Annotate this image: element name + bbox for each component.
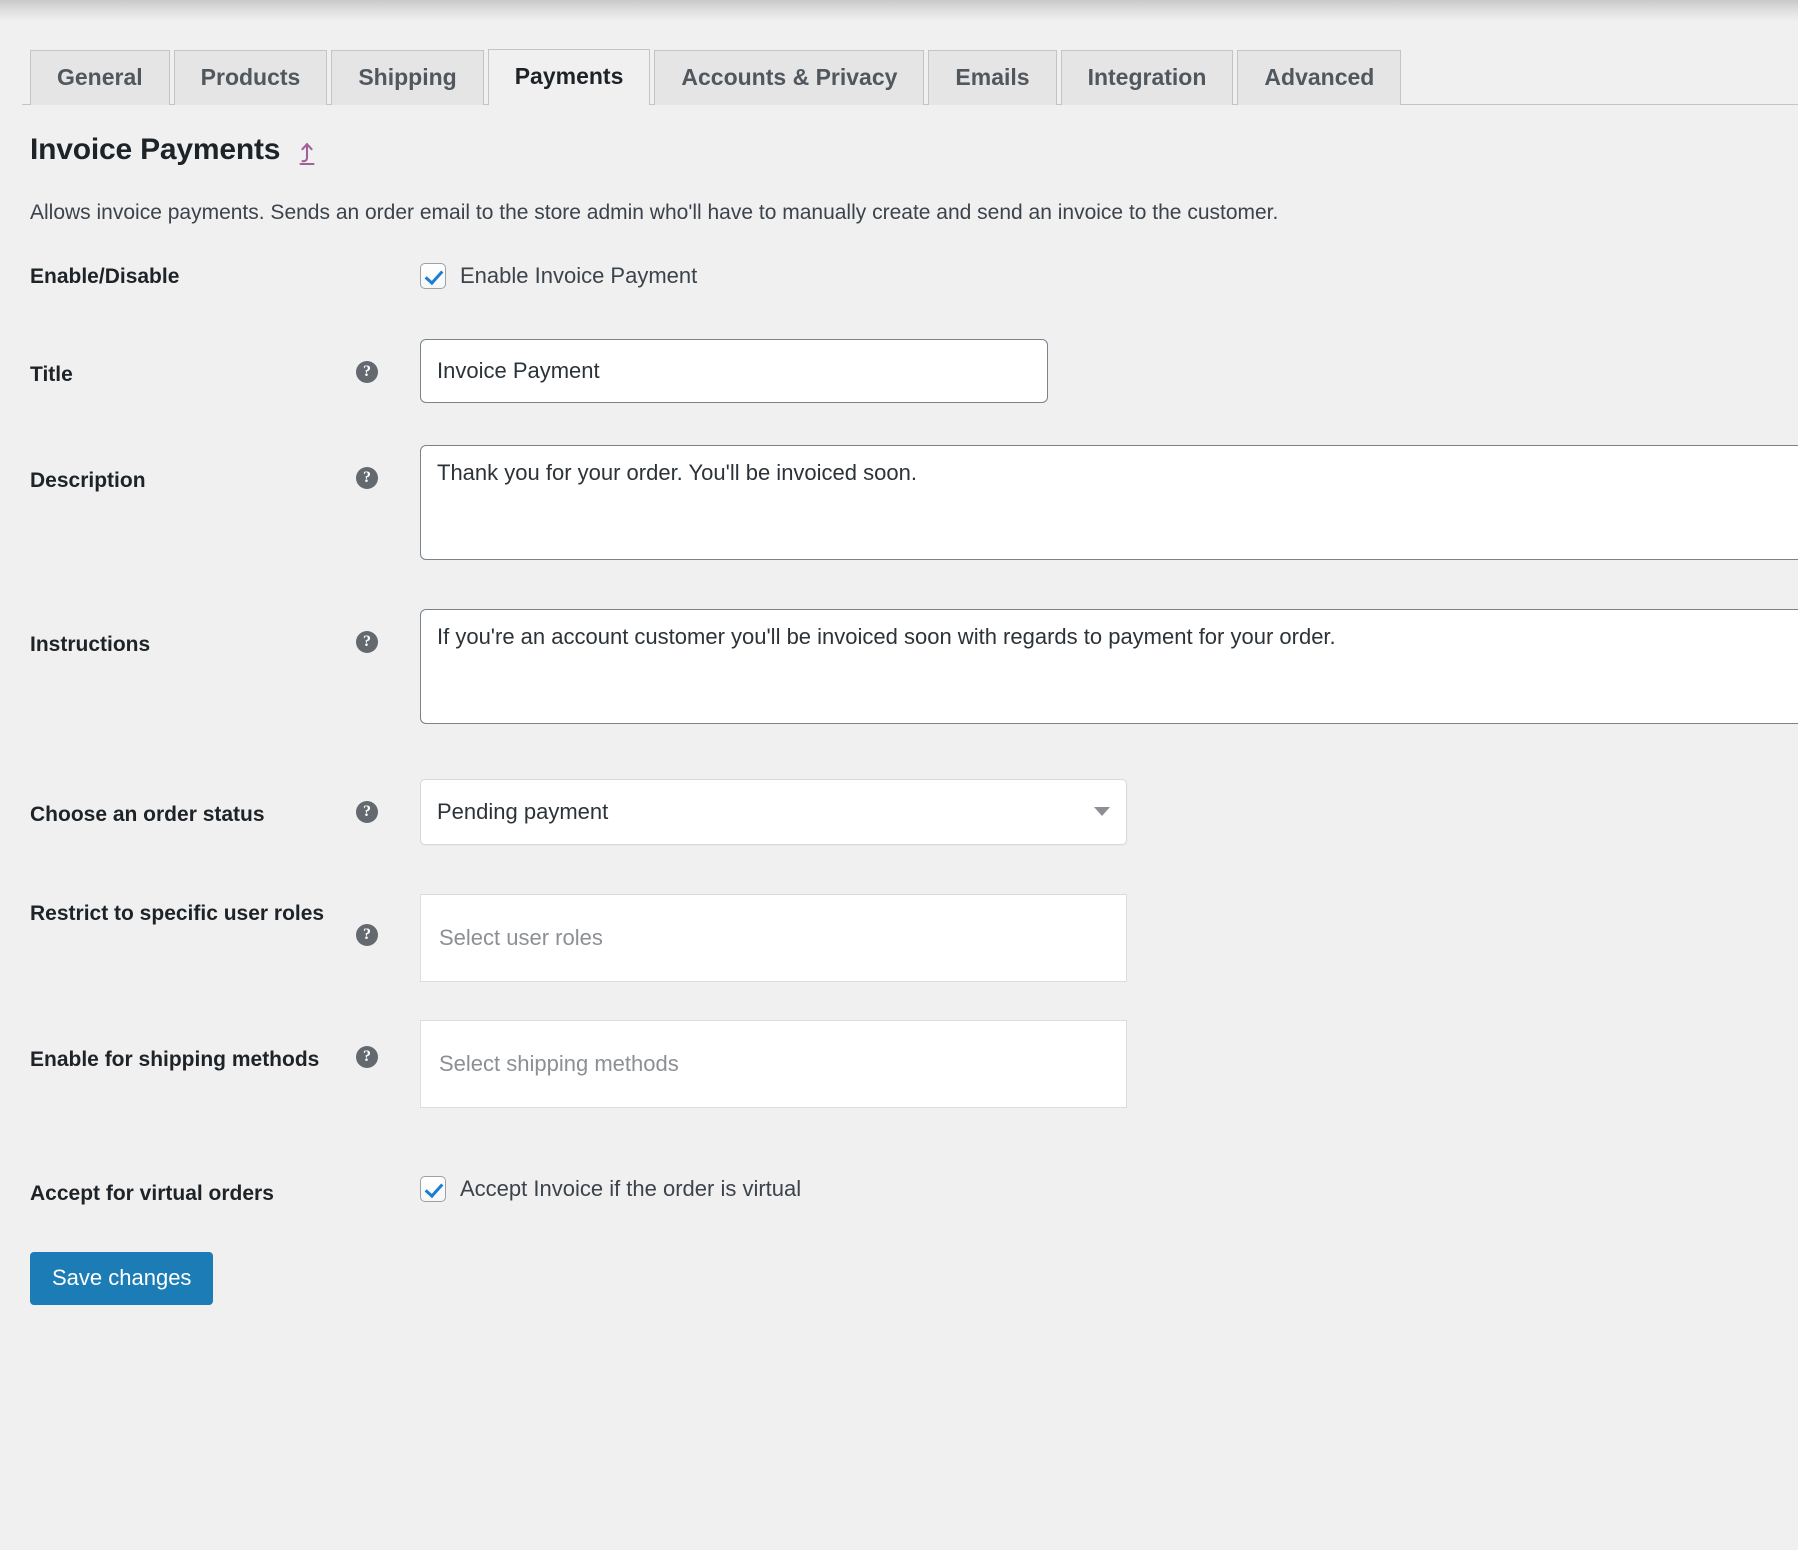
payment-settings-form: Enable/Disable Enable Invoice Payment Ti…: [0, 263, 1798, 1209]
field-label-instructions: Instructions ?: [0, 631, 420, 659]
label-text: Enable/Disable: [30, 263, 179, 291]
field-user-roles: Select user roles: [420, 894, 1798, 982]
tab-label: Advanced: [1264, 64, 1374, 90]
help-spacer: [356, 1180, 378, 1202]
section-description: Allows invoice payments. Sends an order …: [0, 167, 1798, 229]
tab-label: Accounts & Privacy: [681, 64, 897, 90]
shipping-methods-placeholder: Select shipping methods: [439, 1051, 679, 1077]
field-description: Thank you for your order. You'll be invo…: [420, 445, 1798, 565]
label-text: Title: [30, 361, 73, 389]
tab-payments[interactable]: Payments: [488, 49, 651, 105]
tab-products[interactable]: Products: [174, 50, 328, 105]
enable-invoice-checkbox[interactable]: [420, 263, 446, 289]
window-top-edge: [0, 0, 1798, 22]
user-roles-select[interactable]: Select user roles: [420, 894, 1127, 982]
tab-label: General: [57, 64, 143, 90]
row-description: Description ? Thank you for your order. …: [0, 467, 1798, 565]
page-title-text: Invoice Payments: [30, 133, 280, 167]
tab-label: Emails: [955, 64, 1029, 90]
label-text: Enable for shipping methods: [30, 1046, 319, 1074]
virtual-orders-checkbox-label[interactable]: Accept Invoice if the order is virtual: [460, 1176, 801, 1202]
tab-accounts-privacy[interactable]: Accounts & Privacy: [654, 50, 924, 105]
tab-label: Payments: [515, 63, 624, 89]
row-order-status: Choose an order status ? Pending payment: [0, 801, 1798, 845]
order-status-selected-value: Pending payment: [437, 799, 608, 825]
help-icon[interactable]: ?: [356, 467, 378, 489]
user-roles-placeholder: Select user roles: [439, 925, 603, 951]
field-label-user-roles: Restrict to specific user roles ?: [0, 900, 420, 946]
settings-content: Invoice Payments Allows invoice payments…: [0, 105, 1798, 1305]
field-enable-disable: Enable Invoice Payment: [420, 263, 1798, 289]
shipping-methods-select[interactable]: Select shipping methods: [420, 1020, 1127, 1108]
chevron-down-icon: [1094, 807, 1110, 816]
label-text: Description: [30, 467, 146, 495]
order-status-select[interactable]: Pending payment: [420, 779, 1127, 845]
virtual-orders-checkbox[interactable]: [420, 1176, 446, 1202]
help-icon[interactable]: ?: [356, 361, 378, 383]
settings-tabs-bar: General Products Shipping Payments Accou…: [0, 22, 1798, 105]
tab-advanced[interactable]: Advanced: [1237, 50, 1401, 105]
row-title: Title ?: [0, 361, 1798, 403]
field-label-enable-disable: Enable/Disable: [0, 263, 420, 291]
label-text: Choose an order status: [30, 801, 265, 829]
tab-emails[interactable]: Emails: [928, 50, 1056, 105]
enable-invoice-checkbox-line[interactable]: Enable Invoice Payment: [420, 263, 1798, 289]
field-instructions: If you're an account customer you'll be …: [420, 609, 1798, 729]
title-input[interactable]: [420, 339, 1048, 403]
tab-label: Shipping: [358, 64, 456, 90]
row-shipping-methods: Enable for shipping methods ? Select shi…: [0, 1046, 1798, 1108]
field-label-order-status: Choose an order status ?: [0, 801, 420, 829]
tab-integration[interactable]: Integration: [1061, 50, 1234, 105]
help-icon[interactable]: ?: [356, 924, 378, 946]
label-text: Accept for virtual orders: [30, 1180, 274, 1208]
help-icon[interactable]: ?: [356, 631, 378, 653]
field-label-shipping-methods: Enable for shipping methods ?: [0, 1046, 420, 1074]
form-actions: Save changes: [0, 1208, 1798, 1305]
instructions-textarea[interactable]: If you're an account customer you'll be …: [420, 609, 1798, 724]
help-icon[interactable]: ?: [356, 801, 378, 823]
page-title: Invoice Payments: [0, 105, 1798, 167]
tab-label: Products: [201, 64, 301, 90]
field-label-virtual-orders: Accept for virtual orders: [0, 1180, 420, 1208]
row-virtual-orders: Accept for virtual orders Accept Invoice…: [0, 1180, 1798, 1208]
label-text: Restrict to specific user roles: [30, 900, 324, 928]
description-textarea[interactable]: Thank you for your order. You'll be invo…: [420, 445, 1798, 560]
tab-general[interactable]: General: [30, 50, 170, 105]
help-icon[interactable]: ?: [356, 1046, 378, 1068]
label-text: Instructions: [30, 631, 150, 659]
save-changes-button[interactable]: Save changes: [30, 1252, 213, 1305]
field-virtual-orders: Accept Invoice if the order is virtual: [420, 1176, 1798, 1202]
field-label-description: Description ?: [0, 467, 420, 495]
help-spacer: [356, 263, 378, 285]
row-user-roles: Restrict to specific user roles ? Select…: [0, 900, 1798, 982]
tab-label: Integration: [1088, 64, 1207, 90]
field-label-title: Title ?: [0, 361, 420, 389]
settings-tabs: General Products Shipping Payments Accou…: [30, 49, 1401, 105]
row-instructions: Instructions ? If you're an account cust…: [0, 631, 1798, 729]
field-order-status: Pending payment: [420, 779, 1798, 845]
row-enable-disable: Enable/Disable Enable Invoice Payment: [0, 263, 1798, 291]
field-title: [420, 339, 1798, 403]
upload-arrow-icon[interactable]: [294, 140, 320, 166]
enable-invoice-checkbox-label[interactable]: Enable Invoice Payment: [460, 263, 697, 289]
virtual-orders-checkbox-line[interactable]: Accept Invoice if the order is virtual: [420, 1176, 1798, 1202]
tab-shipping[interactable]: Shipping: [331, 50, 483, 105]
field-shipping-methods: Select shipping methods: [420, 1020, 1798, 1108]
